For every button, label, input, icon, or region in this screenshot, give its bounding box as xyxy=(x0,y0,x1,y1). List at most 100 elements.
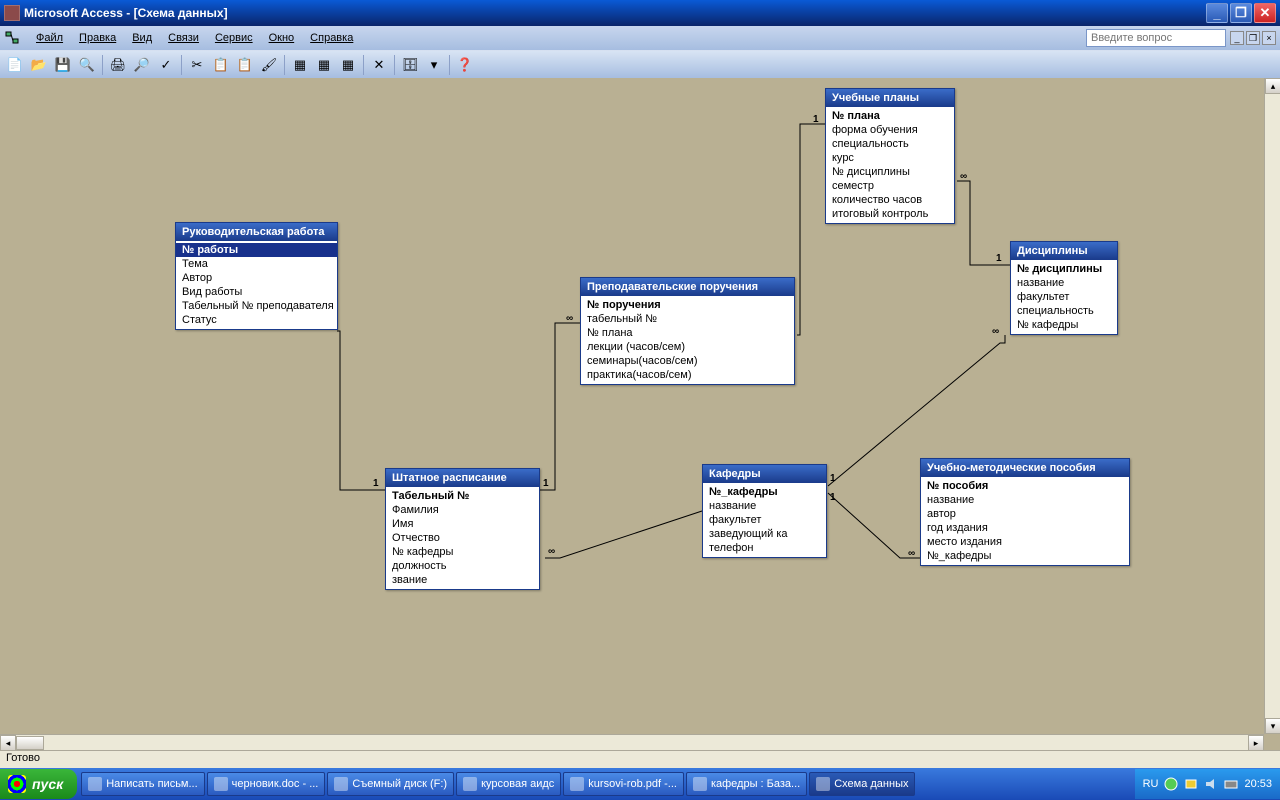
table-field[interactable]: Имя xyxy=(386,517,539,531)
table-field[interactable]: Табельный № преподавателя xyxy=(176,299,337,313)
relationships-canvas[interactable]: 1 ∞ 1 ∞ 1 ∞ 1 ∞ 1 ∞ 1 ∞ 1 ∞ Руководитель… xyxy=(0,78,1280,750)
table-field[interactable]: № дисциплины xyxy=(826,165,954,179)
horizontal-scrollbar[interactable]: ◂ ▸ xyxy=(0,734,1264,750)
taskbar-item[interactable]: Написать письм... xyxy=(81,772,204,796)
menu-relations[interactable]: Связи xyxy=(160,30,207,46)
table-curricula[interactable]: Учебные планы № планаформа обученияспециа… xyxy=(825,88,955,224)
close-button[interactable]: ✕ xyxy=(1254,3,1276,23)
table-title[interactable]: Преподавательские поручения xyxy=(581,278,794,296)
database-window-icon[interactable]: 🗄 xyxy=(399,54,421,76)
clock[interactable]: 20:53 xyxy=(1244,778,1272,790)
print-preview-icon[interactable]: 🔎 xyxy=(131,54,153,76)
table-leadership-work[interactable]: Руководительская работа № работыТемаАвтор… xyxy=(175,222,338,330)
doc-minimize-button[interactable]: _ xyxy=(1230,31,1244,45)
table-field[interactable]: №_кафедры xyxy=(703,485,826,499)
maximize-button[interactable]: ❐ xyxy=(1230,3,1252,23)
table-field[interactable]: Статус xyxy=(176,313,337,327)
menu-view[interactable]: Вид xyxy=(124,30,160,46)
table-field[interactable]: должность xyxy=(386,559,539,573)
system-tray[interactable]: RU 20:53 xyxy=(1135,769,1280,799)
table-field[interactable]: № кафедры xyxy=(386,545,539,559)
table-title[interactable]: Штатное расписание xyxy=(386,469,539,487)
taskbar-item[interactable]: курсовая аидс xyxy=(456,772,561,796)
tray-icon[interactable] xyxy=(1164,777,1178,791)
table-field[interactable]: Табельный № xyxy=(386,489,539,503)
table-field[interactable]: специальность xyxy=(826,137,954,151)
scroll-left-icon[interactable]: ◂ xyxy=(0,735,16,751)
table-field[interactable]: Отчество xyxy=(386,531,539,545)
tray-icon[interactable] xyxy=(1224,777,1238,791)
table-field[interactable]: семинары(часов/сем) xyxy=(581,354,794,368)
table-title[interactable]: Учебно-методические пособия xyxy=(921,459,1129,477)
show-all-icon[interactable]: ▦ xyxy=(337,54,359,76)
table-field[interactable]: название xyxy=(921,493,1129,507)
minimize-button[interactable]: _ xyxy=(1206,3,1228,23)
new-icon[interactable]: 📄 xyxy=(4,54,26,76)
table-field[interactable]: практика(часов/сем) xyxy=(581,368,794,382)
table-field[interactable]: семестр xyxy=(826,179,954,193)
save-icon[interactable]: 💾 xyxy=(52,54,74,76)
tray-icon[interactable] xyxy=(1184,777,1198,791)
table-field[interactable]: автор xyxy=(921,507,1129,521)
spelling-icon[interactable]: ✓ xyxy=(155,54,177,76)
table-disciplines[interactable]: Дисциплины№ дисциплиныназваниефакультетс… xyxy=(1010,241,1118,335)
table-field[interactable]: место издания xyxy=(921,535,1129,549)
table-field[interactable]: № дисциплины xyxy=(1011,262,1117,276)
taskbar-item[interactable]: Съемный диск (F:) xyxy=(327,772,454,796)
table-field[interactable]: № плана xyxy=(581,326,794,340)
start-button[interactable]: пуск xyxy=(0,769,77,799)
scroll-down-icon[interactable]: ▾ xyxy=(1265,718,1280,734)
table-field[interactable]: название xyxy=(703,499,826,513)
table-field[interactable]: Фамилия xyxy=(386,503,539,517)
search-icon[interactable]: 🔍 xyxy=(76,54,98,76)
table-field[interactable]: Автор xyxy=(176,271,337,285)
help-question-input[interactable] xyxy=(1086,29,1226,47)
help-icon[interactable]: ❓ xyxy=(454,54,476,76)
table-field[interactable]: заведующий ка xyxy=(703,527,826,541)
table-field[interactable]: табельный № xyxy=(581,312,794,326)
scroll-thumb[interactable] xyxy=(16,736,44,750)
paste-icon[interactable]: 📋 xyxy=(234,54,256,76)
table-title[interactable]: Дисциплины xyxy=(1011,242,1117,260)
doc-restore-button[interactable]: ❐ xyxy=(1246,31,1260,45)
new-object-icon[interactable]: ▾ xyxy=(423,54,445,76)
table-field[interactable]: год издания xyxy=(921,521,1129,535)
menu-tools[interactable]: Сервис xyxy=(207,30,261,46)
menu-window[interactable]: Окно xyxy=(261,30,303,46)
table-field[interactable]: №_кафедры xyxy=(921,549,1129,563)
table-title[interactable]: Учебные планы xyxy=(826,89,954,107)
table-field[interactable]: количество часов xyxy=(826,193,954,207)
table-teaching-aids[interactable]: Учебно-методические пособия № пособияназв… xyxy=(920,458,1130,566)
cut-icon[interactable]: ✂ xyxy=(186,54,208,76)
menu-file[interactable]: Файл xyxy=(28,30,71,46)
table-field[interactable]: факультет xyxy=(703,513,826,527)
table-field[interactable]: специальность xyxy=(1011,304,1117,318)
open-icon[interactable]: 📂 xyxy=(28,54,50,76)
taskbar-item[interactable]: черновик.doc - ... xyxy=(207,772,326,796)
taskbar-item[interactable]: кафедры : База... xyxy=(686,772,807,796)
volume-icon[interactable] xyxy=(1204,777,1218,791)
table-field[interactable]: название xyxy=(1011,276,1117,290)
copy-icon[interactable]: 📋 xyxy=(210,54,232,76)
table-field[interactable]: курс xyxy=(826,151,954,165)
table-field[interactable]: № пособия xyxy=(921,479,1129,493)
vertical-scrollbar[interactable]: ▴ ▾ xyxy=(1264,78,1280,734)
table-field[interactable]: Тема xyxy=(176,257,337,271)
print-icon[interactable]: 🖨 xyxy=(107,54,129,76)
table-field[interactable]: № плана xyxy=(826,109,954,123)
show-table-icon[interactable]: ▦ xyxy=(289,54,311,76)
show-direct-icon[interactable]: ▦ xyxy=(313,54,335,76)
table-title[interactable]: Кафедры xyxy=(703,465,826,483)
doc-close-button[interactable]: × xyxy=(1262,31,1276,45)
table-field[interactable]: № поручения xyxy=(581,298,794,312)
table-field[interactable]: № работы xyxy=(176,243,337,257)
menu-help[interactable]: Справка xyxy=(302,30,361,46)
menu-edit[interactable]: Правка xyxy=(71,30,124,46)
table-title[interactable]: Руководительская работа xyxy=(176,223,337,241)
scroll-right-icon[interactable]: ▸ xyxy=(1248,735,1264,751)
scroll-up-icon[interactable]: ▴ xyxy=(1265,78,1280,94)
delete-icon[interactable]: ✕ xyxy=(368,54,390,76)
table-field[interactable]: форма обучения xyxy=(826,123,954,137)
relationships-tool-icon[interactable] xyxy=(4,30,20,46)
table-departments[interactable]: Кафедры №_кафедрыназваниефакультетзаведую… xyxy=(702,464,827,558)
